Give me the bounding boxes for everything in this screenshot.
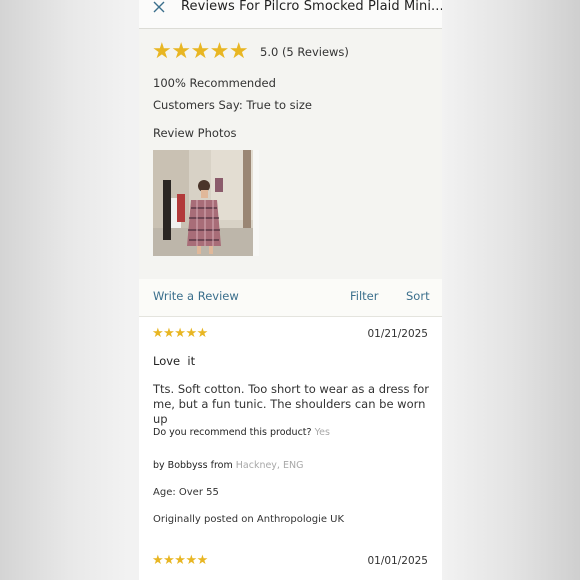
recommend-question-text: Do you recommend this product? [153, 427, 312, 438]
recommended-percent: 100% Recommended [153, 76, 276, 90]
review-star-rating: ★★★★★ [152, 553, 208, 568]
recommend-question: Do you recommend this product? Yes [153, 427, 330, 438]
review-actions-bar: Write a Review Filter Sort [139, 279, 442, 317]
review-list: ★★★★★ 01/21/2025 Love it Tts. Soft cotto… [139, 317, 442, 580]
review-body: Tts. Soft cotton. Too short to wear as a… [153, 382, 430, 426]
reviewer-location: Hackney, ENG [235, 460, 304, 471]
rating-text: 5.0 (5 Reviews) [260, 45, 349, 59]
review-date: 01/01/2025 [367, 555, 428, 567]
review-photos-label: Review Photos [153, 126, 237, 140]
review-origin: Originally posted on Anthropologie UK [153, 514, 345, 525]
overall-star-rating: ★★★★★ [152, 39, 249, 64]
review-date: 01/21/2025 [367, 328, 428, 340]
reviewer-byline: by Bobbyss from Hackney, ENG [153, 460, 303, 471]
recommend-answer: Yes [314, 427, 330, 438]
filter-link[interactable]: Filter [350, 289, 378, 303]
sort-link[interactable]: Sort [406, 289, 430, 303]
write-review-link[interactable]: Write a Review [153, 289, 239, 303]
review-title: Love it [153, 354, 196, 368]
review-star-rating: ★★★★★ [152, 326, 208, 341]
close-icon[interactable] [153, 1, 165, 13]
review-photo-image [153, 150, 259, 256]
reviewer-name: by Bobbyss from [153, 460, 233, 471]
reviews-header: Reviews For Pilcro Smocked Plaid Mini... [139, 0, 442, 29]
reviews-panel: Reviews For Pilcro Smocked Plaid Mini...… [139, 0, 442, 580]
reviewer-age: Age: Over 55 [153, 487, 219, 498]
review-photo-thumbnail[interactable] [153, 150, 259, 256]
customers-say: Customers Say: True to size [153, 98, 312, 112]
rating-summary: ★★★★★ 5.0 (5 Reviews) 100% Recommended C… [139, 29, 442, 279]
header-title: Reviews For Pilcro Smocked Plaid Mini... [181, 0, 442, 14]
